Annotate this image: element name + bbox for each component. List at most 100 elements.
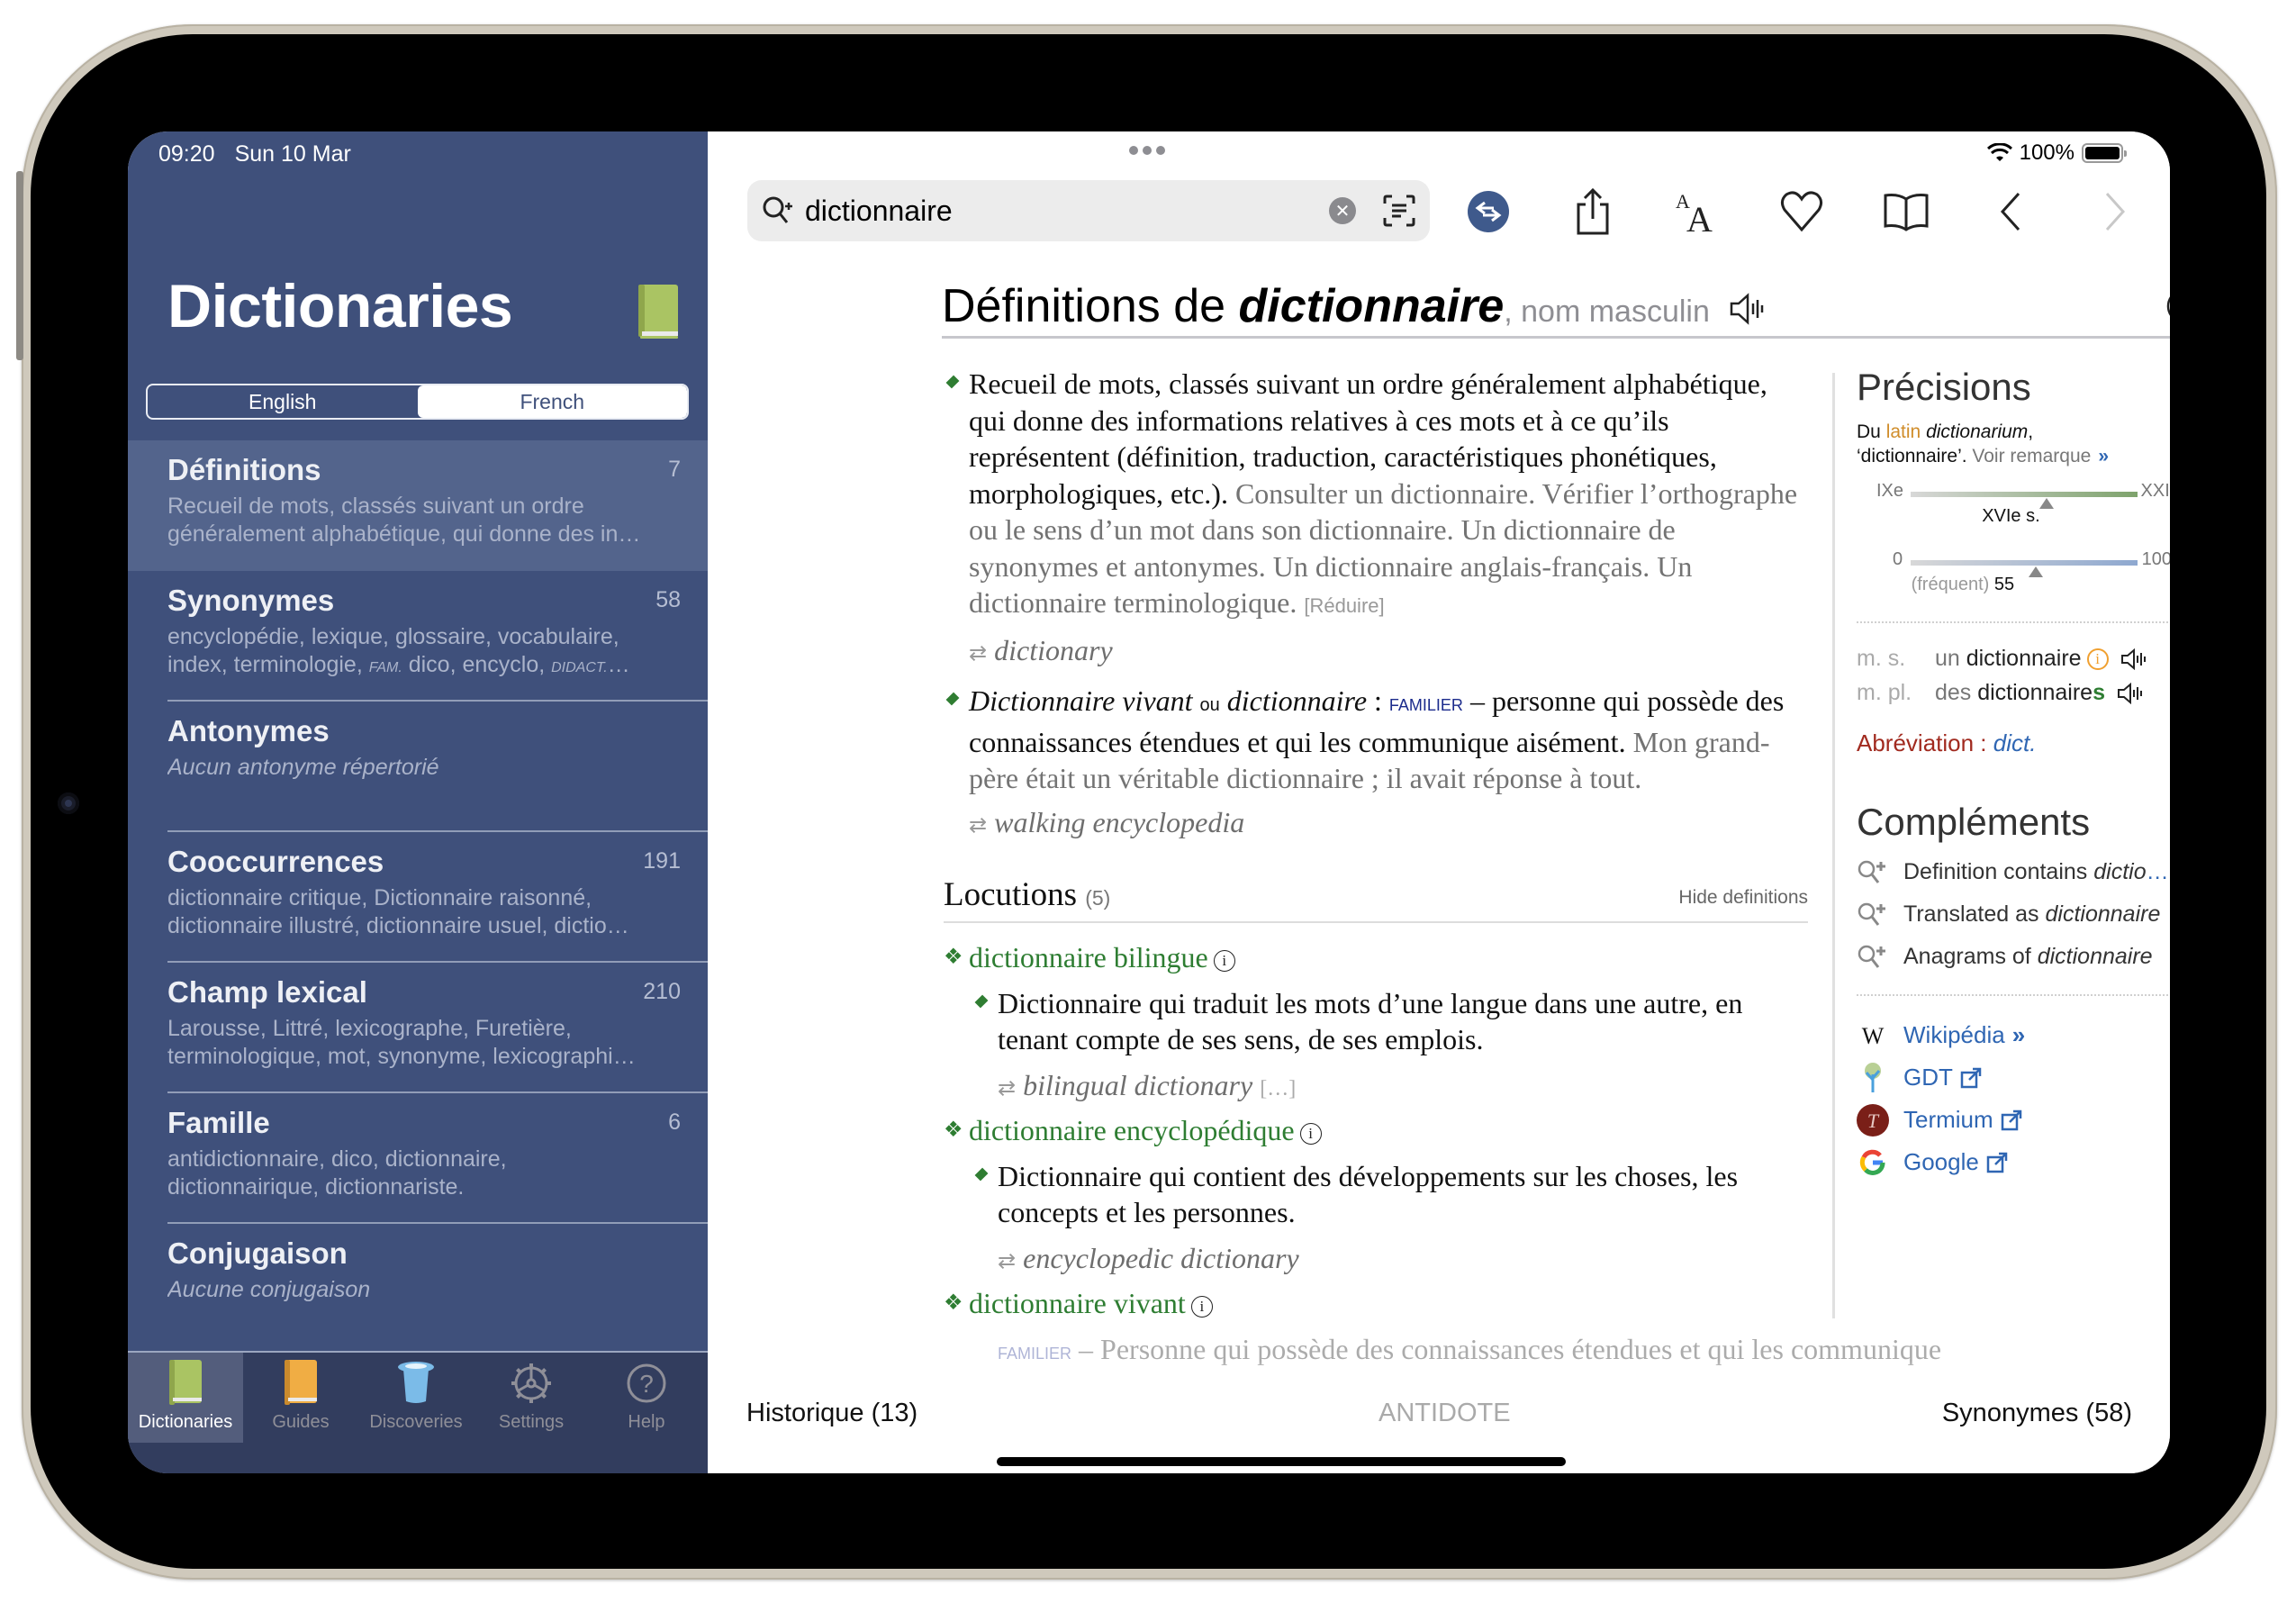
ou-label: ou [1199,695,1220,715]
search-plus-icon [1858,860,1885,883]
item-count: 58 [655,587,681,612]
reduce-link[interactable]: [Réduire] [1304,594,1384,617]
complements-title: Compléments [1857,801,2091,843]
translation[interactable]: ⇄ bilingual dictionary […] [944,1067,1808,1108]
complement-anagrams[interactable]: Anagrams of dictionnaire [1857,936,2170,978]
main-pane: 100% ✕ [708,131,2170,1473]
sidebar-item-famille[interactable]: Famille 6 antidictionnaire, dico, dictio… [128,1093,708,1224]
filter-menu-icon[interactable] [2166,288,2170,324]
sidebar-item-antonymes[interactable]: Antonymes Aucun antonyme répertorié [128,702,708,832]
abbreviation-label: Abréviation : [1857,729,1993,756]
sidebar-item-definitions[interactable]: Définitions 7 Recueil de mots, classés s… [128,440,708,571]
more-link[interactable]: […] [1260,1077,1296,1100]
abbreviation-value[interactable]: dict. [1993,729,2037,756]
forward-button[interactable] [2087,184,2143,240]
complement-word: dictio [2093,859,2147,884]
clear-search-button[interactable]: ✕ [1329,197,1356,224]
register-tag: fam. [368,660,402,675]
definition-text: Dictionnaire qui contient des développem… [998,1159,1739,1229]
segment-english[interactable]: English [148,385,418,418]
tab-help[interactable]: ? Help [589,1353,704,1443]
tab-label: Settings [498,1412,565,1432]
tab-dictionaries[interactable]: Dictionaries [128,1353,243,1443]
sidebar-title: Dictionaries [167,272,513,340]
item-preview: Larousse, Littré, lexicographe, Furetièr… [167,1016,572,1041]
speaker-icon[interactable] [1728,293,1766,326]
double-chevron-icon[interactable]: » [2098,446,2109,466]
translate-button[interactable] [1460,184,1516,240]
complement-translated-as[interactable]: Translated as dictionnaire [1857,893,2170,936]
translation[interactable]: ⇄ walking encyclopedia [944,804,1808,845]
locutions-count: (5) [1085,885,1111,910]
complement-definition-contains[interactable]: Definition contains dictio… [1857,851,2170,893]
status-clock: 09:20 Sun 10 Mar [158,141,351,168]
sidebar-item-synonymes[interactable]: Synonymes 58 encyclopédie, lexique, glos… [128,571,708,702]
see-remark-link[interactable]: Voir remarque [1972,446,2091,466]
google-icon [1857,1146,1889,1179]
share-button[interactable] [1565,184,1621,240]
item-preview-line2: index, terminologie, fam. dico, encyclo,… [167,651,681,682]
speaker-icon[interactable] [2120,648,2147,671]
term: dictionnaire [1226,684,1368,717]
info-icon[interactable]: i [2086,648,2109,671]
history-button[interactable]: Historique (13) [746,1399,917,1428]
etym-gloss: ‘dictionnaire’. [1857,446,1973,466]
tab-guides[interactable]: Guides [243,1353,358,1443]
link-wikipedia[interactable]: W Wikipédia » [1857,1014,2170,1056]
link-gdt[interactable]: GDT [1857,1056,2170,1099]
era-value-label: XVIe s. [1982,506,2040,526]
translation[interactable]: ⇄ dictionary [944,632,1808,673]
info-icon[interactable]: i [1190,1295,1213,1318]
text-size-button[interactable]: A A [1669,184,1725,240]
translation[interactable]: ⇄ encyclopedic dictionary [944,1240,1808,1281]
back-button[interactable] [1983,184,2038,240]
bookmarks-button[interactable] [1878,184,1934,240]
info-icon[interactable]: i [1213,949,1235,972]
link-label: GDT [1903,1064,1953,1091]
locution-term: dictionnaire bilingue [969,941,1208,974]
diamond-bullet-icon [945,375,960,389]
link-google[interactable]: Google [1857,1141,2170,1183]
link-termium[interactable]: T Termium [1857,1099,2170,1141]
battery-icon [2082,143,2127,163]
home-indicator[interactable] [997,1457,1566,1466]
sidebar-item-champ-lexical[interactable]: Champ lexical 210 Larousse, Littré, lexi… [128,963,708,1093]
era-gauge: IXe XXIe s. XVIe s. [1857,481,2170,537]
tab-discoveries[interactable]: Discoveries [358,1353,474,1443]
scan-text-icon[interactable] [1381,193,1417,229]
definitions: Recueil de mots, classés suivant un ordr… [944,366,1941,1372]
tab-label: Discoveries [369,1412,463,1432]
item-preview: Recueil de mots, classés suivant un ordr… [167,494,584,519]
sidebar-item-cooccurrences[interactable]: Cooccurrences 191 dictionnaire critique,… [128,832,708,963]
info-icon[interactable]: i [1299,1122,1322,1145]
speaker-icon[interactable] [2117,683,2144,705]
svg-text:?: ? [639,1370,654,1398]
definition-text: Dictionnaire qui traduit les mots d’une … [998,986,1743,1056]
locution-item[interactable]: ❖ dictionnaire bilingue i [944,939,1808,976]
entry-content[interactable]: Définitions de dictionnaire, nom masculi… [708,276,2170,1388]
frequency-value-label: (fréquent) 55 [1912,575,2015,595]
status-indicators: 100% [1986,140,2127,166]
chevron-right-icon [2105,192,2126,231]
search-plus-icon[interactable] [760,194,794,228]
scroll-fade [708,1361,2170,1388]
sidebar-item-conjugaison[interactable]: Conjugaison Aucune conjugaison [128,1224,708,1354]
hide-definitions-button[interactable]: Hide definitions [1678,880,1808,917]
favorite-button[interactable] [1774,184,1830,240]
antidote-brand-button[interactable]: ANTIDOTE [1379,1399,1511,1428]
form-article: un [1934,646,1960,671]
segment-french[interactable]: French [417,385,687,418]
locution-item[interactable]: ❖ dictionnaire encyclopédique i [944,1112,1808,1149]
tab-bar: Dictionaries Guides Discoveries Settings… [128,1351,708,1473]
etym-language[interactable]: latin [1886,421,1921,442]
complement-prefix: Translated as [1903,901,2039,927]
search-input[interactable] [805,194,1329,228]
sidebar: 09:20 Sun 10 Mar Dictionaries English Fre… [128,131,708,1473]
form-plural: m. pl. des dictionnaires [1857,675,2170,710]
orange-book-icon [285,1360,317,1405]
frequency-bar [1911,560,2138,566]
multitasking-handle[interactable] [1129,146,1165,155]
locution-item[interactable]: ❖ dictionnaire vivant i [944,1285,1808,1322]
synonyms-button[interactable]: Synonymes (58) [1942,1399,2132,1428]
tab-settings[interactable]: Settings [474,1353,589,1443]
